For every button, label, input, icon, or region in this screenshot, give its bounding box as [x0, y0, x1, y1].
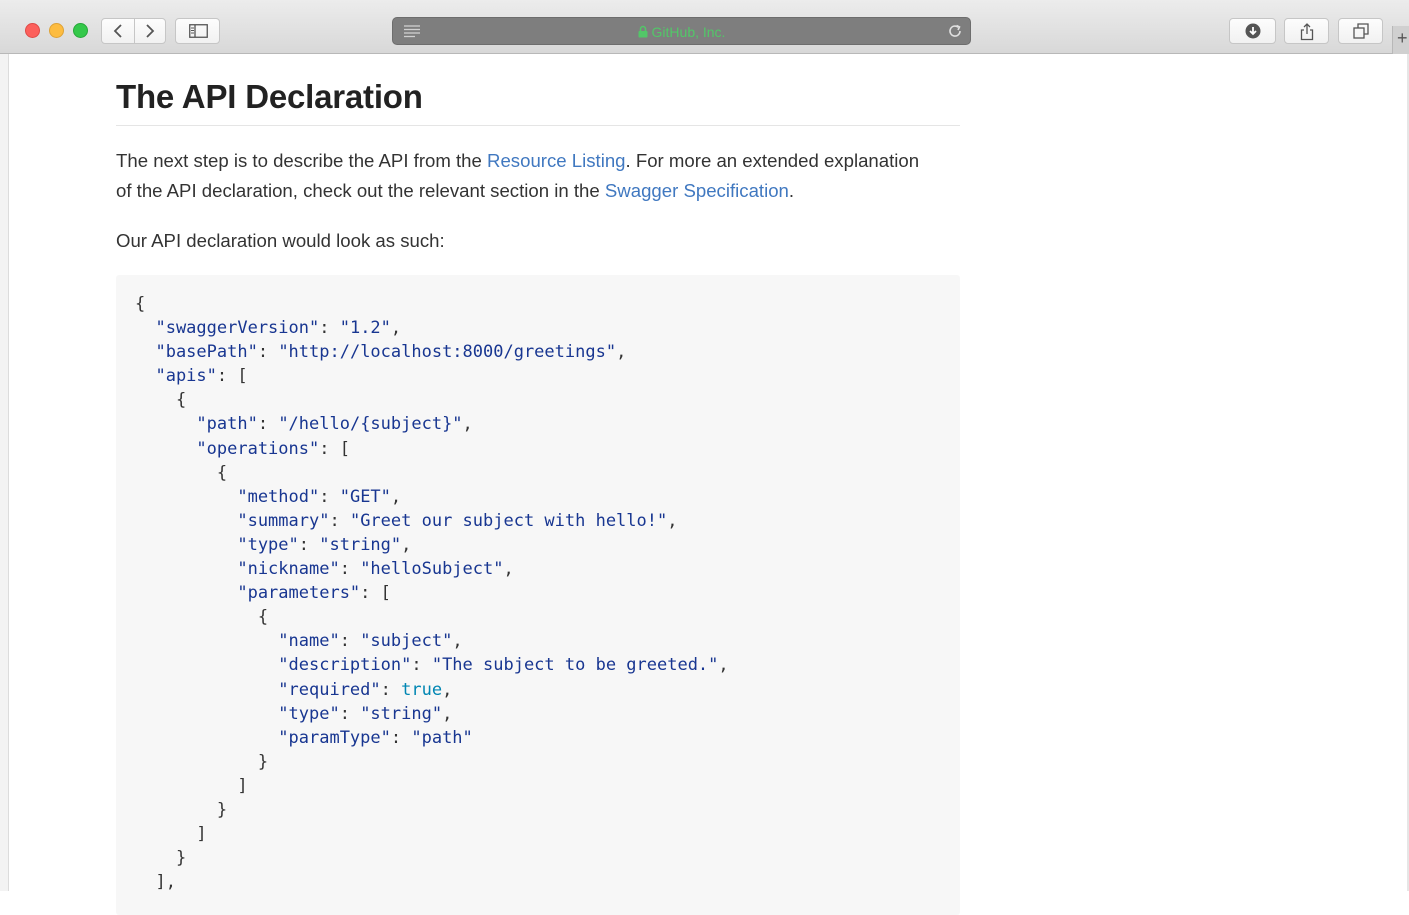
zoom-window-button[interactable]	[73, 23, 88, 38]
sidebar-toggle-button[interactable]	[175, 18, 220, 44]
lock-icon	[638, 25, 648, 38]
chevron-right-icon	[146, 24, 155, 38]
show-tabs-button[interactable]	[1338, 18, 1383, 44]
tabs-overview-icon	[1352, 23, 1369, 39]
json-code: { "swaggerVersion": "1.2", "basePath": "…	[135, 294, 729, 893]
lead-paragraph: Our API declaration would look as such:	[116, 230, 445, 251]
intro-text-1: The next step is to describe the API fro…	[116, 150, 488, 171]
address-site-title: GitHub, Inc.	[393, 24, 970, 40]
new-tab-button[interactable]: +	[1392, 26, 1409, 54]
browser-toolbar: GitHub, Inc. +	[0, 0, 1409, 54]
address-bar[interactable]: GitHub, Inc.	[392, 17, 971, 45]
close-window-button[interactable]	[25, 23, 40, 38]
intro-text-3: of the API declaration, check out the re…	[116, 180, 605, 201]
reload-icon[interactable]	[947, 23, 963, 39]
plus-icon: +	[1397, 28, 1408, 48]
navigation-buttons	[101, 18, 166, 44]
swagger-specification-link[interactable]: Swagger Specification	[605, 180, 789, 201]
download-icon	[1245, 23, 1260, 39]
intro-text-2: . For more an extended explanation	[625, 150, 920, 171]
resource-listing-link[interactable]: Resource Listing	[487, 150, 626, 171]
site-name: GitHub, Inc.	[651, 24, 726, 40]
chevron-left-icon	[113, 24, 122, 38]
intro-text-4: .	[788, 180, 795, 201]
code-block: { "swaggerVersion": "1.2", "basePath": "…	[116, 275, 960, 915]
window-left-edge	[0, 54, 9, 891]
share-icon	[1300, 23, 1313, 41]
heading-divider	[116, 125, 960, 126]
share-button[interactable]	[1284, 18, 1329, 44]
sidebar-icon	[189, 24, 208, 38]
downloads-button[interactable]	[1229, 18, 1276, 44]
intro-paragraph: The next step is to describe the API fro…	[116, 146, 966, 206]
page-heading: The API Declaration	[116, 78, 423, 115]
minimize-window-button[interactable]	[49, 23, 64, 38]
